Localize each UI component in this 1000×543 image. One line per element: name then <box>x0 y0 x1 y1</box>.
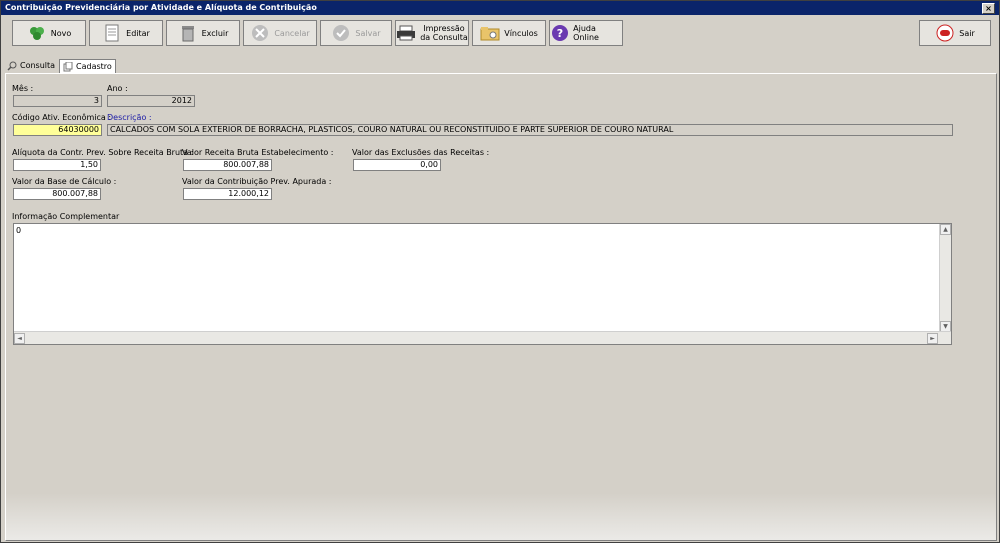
help-icon: ? <box>550 24 569 42</box>
codigo-field[interactable]: 64030000 <box>13 124 102 136</box>
vinculos-button[interactable]: Vínculos <box>472 20 546 46</box>
salvar-label: Salvar <box>355 28 381 38</box>
tab-cadastro-label: Cadastro <box>76 62 112 71</box>
cancelar-label: Cancelar <box>274 28 310 38</box>
aliquota-field[interactable]: 1,50 <box>13 159 101 171</box>
window-title: Contribuição Previdenciária por Atividad… <box>5 3 317 12</box>
tab-strip: Consulta Cadastro <box>1 57 999 73</box>
printer-icon <box>396 24 416 42</box>
base-field[interactable]: 800.007,88 <box>13 188 101 200</box>
magnifier-icon <box>7 61 17 71</box>
info-textarea[interactable]: 0 ▲ ▼ ◄ ► <box>13 223 952 345</box>
mes-label: Mês : <box>12 84 34 93</box>
ano-label: Ano : <box>107 84 128 93</box>
scroll-left-icon[interactable]: ◄ <box>14 333 25 344</box>
ajuda-label: Ajuda Online <box>573 24 599 42</box>
vinculos-label: Vínculos <box>504 28 538 38</box>
descricao-field[interactable]: CALCADOS COM SOLA EXTERIOR DE BORRACHA, … <box>107 124 953 136</box>
close-window-button[interactable]: × <box>982 3 995 14</box>
check-icon <box>331 24 351 42</box>
tab-consulta-label: Consulta <box>20 61 56 70</box>
info-label: Informação Complementar <box>12 212 120 221</box>
horizontal-scrollbar[interactable]: ◄ ► <box>14 331 951 344</box>
exclusoes-field[interactable]: 0,00 <box>353 159 441 171</box>
contribuicao-field[interactable]: 12.000,12 <box>183 188 272 200</box>
svg-text:?: ? <box>556 27 562 40</box>
cadastro-panel: Mês : 3 Ano : 2012 Código Ativ. Econômic… <box>5 73 997 541</box>
info-text: 0 <box>16 226 22 235</box>
base-label: Valor da Base de Cálculo : <box>12 177 117 186</box>
editar-button[interactable]: Editar <box>89 20 163 46</box>
exit-icon <box>935 24 955 42</box>
impressao-label-line1: Impressão <box>423 24 465 33</box>
tab-consulta[interactable]: Consulta <box>7 59 55 72</box>
exclusoes-label: Valor das Exclusões das Receitas : <box>352 148 490 157</box>
trash-icon <box>178 24 198 42</box>
tab-cadastro[interactable]: Cadastro <box>59 59 116 73</box>
excluir-label: Excluir <box>201 28 229 38</box>
ano-field[interactable]: 2012 <box>107 95 195 107</box>
codigo-label: Código Ativ. Econômica : <box>12 113 112 122</box>
impressao-label: Impressão da Consulta <box>420 24 468 42</box>
clover-icon <box>27 24 47 42</box>
novo-button[interactable]: Novo <box>12 20 86 46</box>
excluir-button[interactable]: Excluir <box>166 20 240 46</box>
receita-label: Valor Receita Bruta Estabelecimento : <box>182 148 334 157</box>
folder-link-icon <box>480 24 500 42</box>
receita-field[interactable]: 800.007,88 <box>183 159 272 171</box>
toolbar: Novo Editar Excluir Cancelar Salvar Impr… <box>1 15 999 53</box>
impressao-button[interactable]: Impressão da Consulta <box>395 20 469 46</box>
novo-label: Novo <box>50 28 72 38</box>
document-icon <box>102 24 122 42</box>
ajuda-button[interactable]: ? Ajuda Online <box>549 20 623 46</box>
title-bar: Contribuição Previdenciária por Atividad… <box>1 1 999 15</box>
editar-label: Editar <box>126 28 150 38</box>
salvar-button[interactable]: Salvar <box>320 20 392 46</box>
contribuicao-label: Valor da Contribuição Prev. Apurada : <box>182 177 332 186</box>
main-window: Contribuição Previdenciária por Atividad… <box>0 0 1000 543</box>
vertical-scrollbar[interactable]: ▲ ▼ <box>939 224 951 332</box>
sair-button[interactable]: Sair <box>919 20 991 46</box>
mes-field[interactable]: 3 <box>13 95 102 107</box>
cancelar-button[interactable]: Cancelar <box>243 20 317 46</box>
descricao-label: Descrição : <box>107 113 152 122</box>
impressao-label-line2: da Consulta <box>420 33 468 42</box>
documents-icon <box>63 61 73 72</box>
sair-label: Sair <box>959 28 975 38</box>
aliquota-label: Alíquota da Contr. Prev. Sobre Receita B… <box>12 148 194 157</box>
cancel-icon <box>250 24 270 42</box>
scroll-up-icon[interactable]: ▲ <box>940 224 951 235</box>
scroll-right-icon[interactable]: ► <box>927 333 938 344</box>
